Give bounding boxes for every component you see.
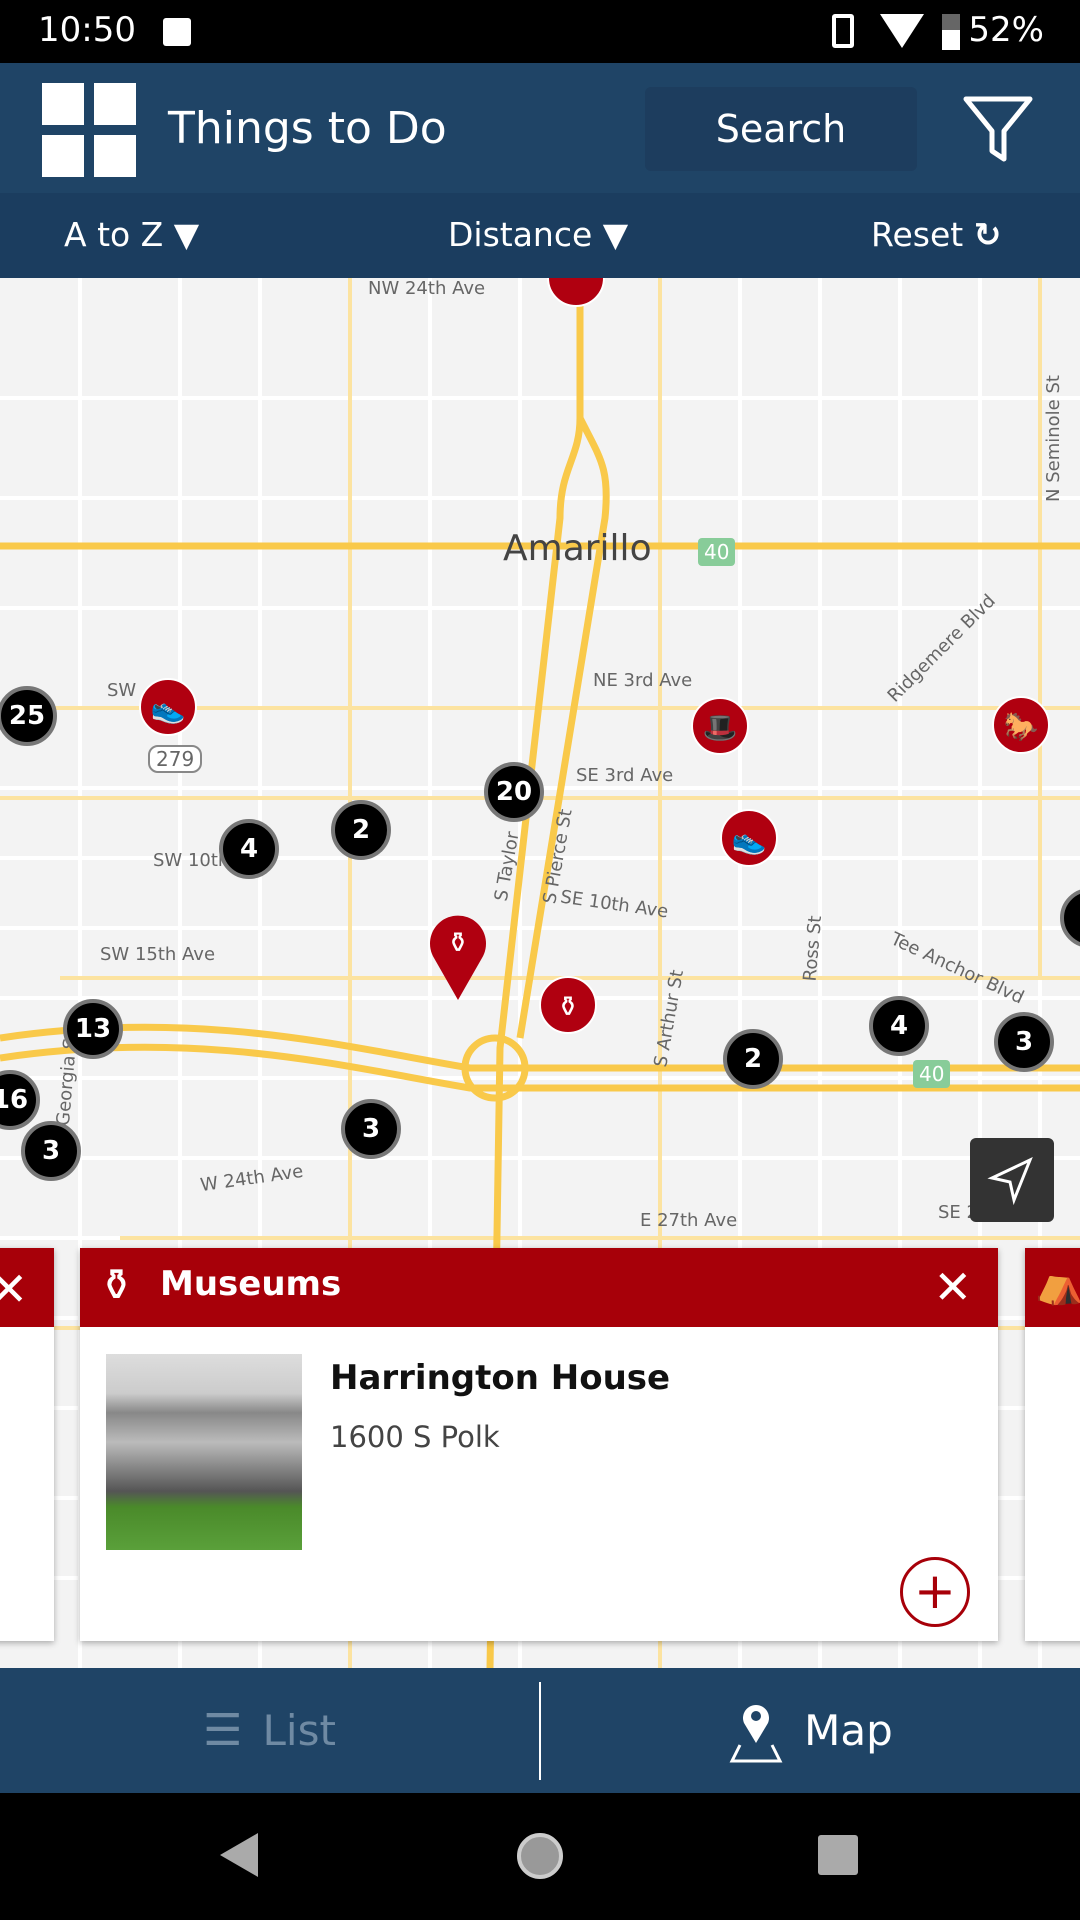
top-hat-poi-icon[interactable]: 🎩 — [691, 697, 749, 755]
map-cluster[interactable]: 20 — [484, 762, 544, 822]
home-icon[interactable] — [517, 1833, 563, 1879]
menu-grid-icon[interactable] — [42, 83, 136, 177]
svg-text:⚱: ⚱ — [446, 926, 469, 959]
place-name[interactable]: Harrington House — [330, 1358, 670, 1398]
highway-shield: 40 — [913, 1060, 951, 1088]
battery-icon — [942, 14, 960, 50]
my-location-button[interactable] — [970, 1138, 1054, 1222]
map-cluster[interactable]: 3 — [994, 1012, 1054, 1072]
distance-label: Distance — [448, 215, 593, 254]
distance-dropdown[interactable]: Distance ▼ — [448, 215, 628, 254]
street-label: SW 10th — [153, 850, 230, 871]
caret-down-icon: ▼ — [173, 215, 200, 254]
app-header: Things to Do Search — [0, 63, 1080, 193]
map-cluster[interactable]: 3 — [341, 1099, 401, 1159]
next-card-partial[interactable]: ⛺ — [1025, 1248, 1080, 1641]
museum-icon: ⚱ — [98, 1260, 135, 1311]
tab-map[interactable]: Map — [541, 1668, 1080, 1793]
city-label: Amarillo — [503, 528, 652, 569]
vibrate-icon — [832, 14, 854, 48]
street-label: N Seminole St — [1042, 375, 1064, 502]
recents-icon[interactable] — [818, 1835, 858, 1875]
sort-dropdown[interactable]: A to Z ▼ — [64, 215, 199, 254]
close-icon[interactable]: ✕ — [0, 1262, 28, 1316]
map-pin-icon — [729, 1704, 783, 1762]
map-cluster[interactable]: 4 — [219, 819, 279, 879]
sort-bar: A to Z ▼ Distance ▼ Reset ↻ — [0, 193, 1080, 278]
list-icon: ☰ — [203, 1705, 243, 1756]
reset-button[interactable]: Reset ↻ — [871, 215, 1001, 254]
reset-label: Reset — [871, 215, 964, 254]
shoe-poi-icon[interactable]: 👟 — [720, 809, 778, 867]
map-cluster[interactable]: 2 — [331, 800, 391, 860]
theater-icon: ⛺ — [1035, 1261, 1080, 1307]
place-photo[interactable] — [106, 1354, 302, 1550]
prev-card-partial[interactable]: ✕ — [0, 1248, 54, 1641]
clock: 10:50 — [38, 10, 136, 50]
bottom-tab-bar: ☰ List Map — [0, 1668, 1080, 1793]
map-cluster[interactable]: 3 — [21, 1121, 81, 1181]
search-button[interactable]: Search — [645, 87, 917, 171]
back-icon[interactable] — [220, 1833, 258, 1877]
map-cluster[interactable]: 4 — [869, 996, 929, 1056]
tab-list-label: List — [262, 1706, 336, 1755]
card-header: ⚱ Museums ✕ — [80, 1248, 998, 1327]
museum-poi-icon[interactable]: ⚱ — [539, 976, 597, 1034]
shoe-poi-icon[interactable]: 👟 — [139, 678, 197, 736]
status-bar: 10:50 52% — [0, 0, 1080, 63]
highway-shield: 279 — [148, 745, 203, 773]
tab-list[interactable]: ☰ List — [0, 1668, 539, 1793]
place-address: 1600 S Polk — [330, 1420, 500, 1454]
battery-level: 52% — [968, 10, 1044, 50]
selected-map-pin-icon[interactable]: ⚱ — [428, 910, 488, 1002]
close-card-button[interactable]: ✕ — [933, 1262, 972, 1312]
street-label: SW — [107, 680, 137, 701]
highway-shield: 40 — [698, 538, 736, 566]
street-label: SW 15th Ave — [100, 944, 216, 965]
street-label: NW 24th Ave — [368, 278, 486, 299]
sort-label: A to Z — [64, 215, 164, 254]
refresh-icon: ↻ — [973, 215, 1002, 254]
street-label: NE 3rd Ave — [593, 670, 693, 691]
filter-icon[interactable] — [962, 93, 1034, 165]
page-title: Things to Do — [168, 103, 447, 154]
map-view[interactable]: NW 24th Ave Amarillo 40 N Seminole St Ri… — [0, 278, 1080, 1668]
card-category: Museums — [160, 1264, 342, 1304]
system-nav-bar — [0, 1793, 1080, 1920]
place-card[interactable]: ⚱ Museums ✕ Harrington House 1600 S Polk… — [80, 1248, 998, 1641]
tab-map-label: Map — [804, 1706, 893, 1755]
street-label: E 27th Ave — [640, 1210, 738, 1231]
rodeo-poi-icon[interactable]: 🐎 — [992, 696, 1050, 754]
caret-down-icon: ▼ — [602, 215, 629, 254]
street-label: SE 3rd Ave — [576, 765, 674, 786]
image-icon — [163, 18, 191, 46]
map-cluster[interactable]: 2 — [723, 1029, 783, 1089]
map-cluster[interactable]: 13 — [63, 999, 123, 1059]
add-to-itinerary-button[interactable]: + — [900, 1557, 970, 1627]
wifi-icon — [880, 14, 924, 48]
